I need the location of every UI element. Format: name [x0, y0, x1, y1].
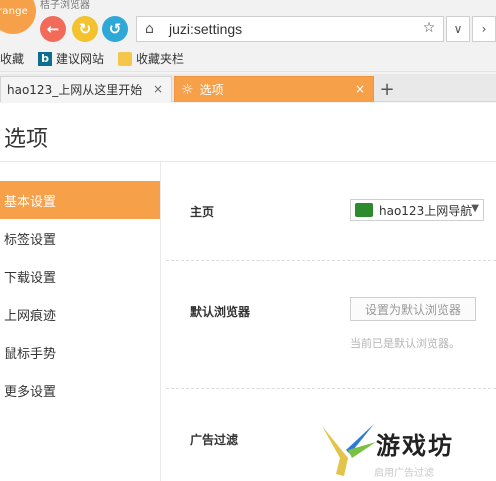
ad-filter-hint: 启用广告过滤	[374, 468, 434, 479]
sidebar-item-label: 标签设置	[4, 232, 57, 248]
sidebar-item-history[interactable]: 上网痕迹	[0, 295, 160, 333]
tab-label: hao123_上网从这里开始	[7, 83, 143, 97]
watermark: 游戏坊 启用广告过滤	[318, 420, 494, 480]
folder-icon	[118, 51, 133, 66]
tab-strip: hao123_上网从这里开始 × ☼ 选项 × +	[0, 74, 496, 102]
caret-down-icon: ▼	[471, 203, 479, 214]
tab-hao123[interactable]: hao123_上网从这里开始 ×	[0, 76, 172, 102]
bookmark-folder-label: 收藏夹栏	[136, 52, 185, 66]
arrow-left-icon: ←	[46, 20, 60, 38]
refresh-button[interactable]: ↻	[72, 16, 98, 42]
browser-logo: range	[0, 0, 36, 34]
hao123-icon	[355, 203, 373, 217]
chevron-right-icon: ›	[481, 22, 487, 36]
default-browser-label: 默认浏览器	[190, 305, 251, 319]
bing-icon: b	[38, 51, 53, 66]
header-divider	[0, 161, 496, 162]
plus-icon: +	[379, 78, 395, 100]
new-tab-button[interactable]: +	[376, 78, 398, 100]
sidebar-item-basic[interactable]: 基本设置	[0, 181, 160, 219]
forward-button[interactable]: ›	[472, 16, 496, 42]
close-icon[interactable]: ×	[153, 82, 163, 96]
close-icon[interactable]: ×	[355, 82, 365, 96]
star-icon[interactable]: ☆	[421, 20, 437, 36]
top-bar: range 桔子浏览器 ← ↻ ↺ ⌂ juzi:settings ☆ ∨ ›	[0, 0, 496, 46]
sidebar-item-tabs[interactable]: 标签设置	[0, 219, 160, 257]
bookmark-favorites-label: 收藏	[0, 52, 25, 66]
window-title: 桔子浏览器	[40, 0, 90, 11]
undo-button[interactable]: ↺	[102, 16, 128, 42]
ad-filter-label: 广告过滤	[190, 433, 239, 447]
tab-settings[interactable]: ☼ 选项 ×	[174, 76, 374, 102]
gear-icon: ☼	[181, 81, 194, 98]
watermark-logo-icon	[322, 424, 376, 476]
undo-icon: ↺	[108, 20, 122, 38]
address-url[interactable]: juzi:settings	[169, 21, 242, 37]
homepage-select[interactable]: hao123上网导航 ▼	[350, 199, 484, 221]
bookmark-folder[interactable]: 收藏夹栏	[118, 50, 184, 67]
sidebar-item-label: 基本设置	[4, 194, 57, 210]
sidebar-divider	[160, 162, 161, 481]
back-button[interactable]: ←	[40, 16, 66, 42]
homepage-section: 主页 hao123上网导航 ▼	[166, 163, 496, 261]
homepage-label: 主页	[190, 205, 215, 219]
tab-label: 选项	[199, 83, 224, 97]
bookmark-favorites[interactable]: 收藏	[0, 50, 24, 67]
default-browser-hint: 当前已是默认浏览器。	[350, 337, 460, 350]
sidebar-item-label: 下载设置	[4, 270, 57, 286]
set-default-browser-button[interactable]: 设置为默认浏览器	[350, 297, 476, 321]
sidebar-item-label: 更多设置	[4, 384, 57, 400]
sidebar-item-label: 上网痕迹	[4, 308, 57, 324]
sidebar-item-label: 鼠标手势	[4, 346, 57, 362]
address-bar[interactable]: ⌂ juzi:settings ☆	[136, 16, 444, 42]
bookmarks-bar: 收藏 b 建议网站 收藏夹栏	[0, 46, 496, 72]
sidebar-item-download[interactable]: 下载设置	[0, 257, 160, 295]
default-browser-section: 默认浏览器 设置为默认浏览器 当前已是默认浏览器。	[166, 261, 496, 389]
settings-sidebar: 基本设置 标签设置 下载设置 上网痕迹 鼠标手势 更多设置	[0, 181, 160, 481]
bookmark-suggested-label: 建议网站	[56, 52, 105, 66]
browser-window: range 桔子浏览器 ← ↻ ↺ ⌂ juzi:settings ☆ ∨ › …	[0, 0, 496, 481]
bookmark-suggested-sites[interactable]: b 建议网站	[38, 50, 104, 67]
page-title: 选项	[4, 127, 49, 152]
watermark-text: 游戏坊	[376, 432, 454, 460]
home-icon[interactable]: ⌂	[145, 21, 163, 37]
sidebar-item-more[interactable]: 更多设置	[0, 371, 160, 409]
sidebar-item-gestures[interactable]: 鼠标手势	[0, 333, 160, 371]
refresh-icon: ↻	[78, 20, 92, 38]
chevron-down-icon: ∨	[453, 22, 463, 36]
homepage-select-value: hao123上网导航	[379, 203, 473, 218]
address-dropdown-button[interactable]: ∨	[446, 16, 470, 42]
